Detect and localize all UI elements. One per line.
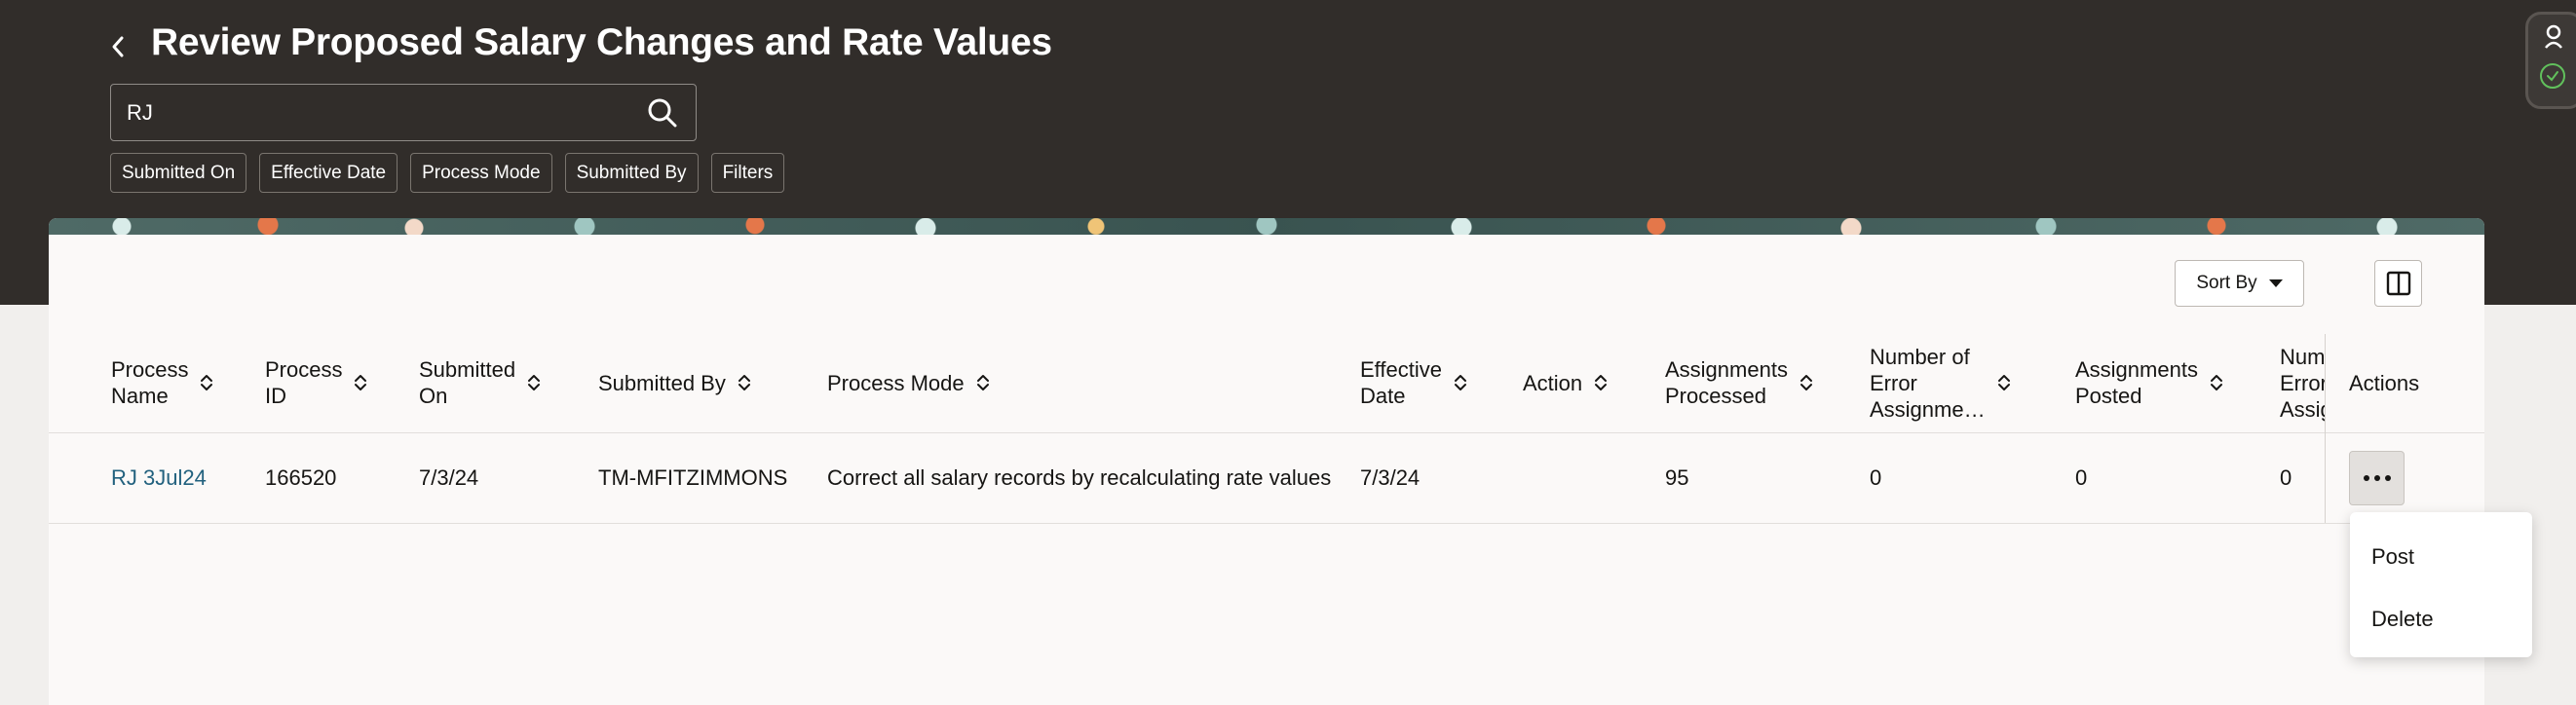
col-header-assignments-processed[interactable]: Assignments Processed bbox=[1665, 334, 1813, 431]
caret-down-icon bbox=[2268, 279, 2283, 287]
chip-filters[interactable]: Filters bbox=[710, 153, 785, 193]
header-line: Actions bbox=[2349, 370, 2420, 395]
sort-by-label: Sort By bbox=[2196, 273, 2257, 293]
header-line: Error bbox=[1870, 370, 1917, 395]
cell-assignments-processed: 95 bbox=[1665, 465, 1689, 490]
chip-submitted-on[interactable]: Submitted On bbox=[110, 153, 247, 193]
sort-toggle-icon bbox=[355, 375, 367, 390]
menu-item-delete[interactable]: Delete bbox=[2350, 588, 2532, 650]
col-header-process-name[interactable]: Process Name bbox=[111, 334, 213, 431]
cell-submitted-by: TM-MFITZIMMONS bbox=[598, 465, 788, 490]
cell-assignments-posted: 0 bbox=[2075, 465, 2088, 490]
header-line: Number of bbox=[1870, 344, 1970, 369]
cell-num-error: 0 bbox=[2280, 465, 2292, 490]
cell-process-mode: Correct all salary records by recalculat… bbox=[827, 465, 1332, 490]
table-divider bbox=[49, 432, 2484, 433]
cell-effective-date: 7/3/24 bbox=[1360, 465, 1421, 490]
col-header-actions: Actions bbox=[2349, 334, 2419, 431]
col-header-assignments-posted[interactable]: Assignments Posted bbox=[2075, 334, 2223, 431]
header-line: Assignments bbox=[2075, 357, 2198, 382]
header-line: Date bbox=[1360, 384, 1406, 408]
assistant-widget[interactable] bbox=[2525, 12, 2576, 109]
filter-chips: Submitted On Effective Date Process Mode… bbox=[110, 153, 785, 193]
header-line: Assignments bbox=[1665, 357, 1788, 382]
row-actions-button[interactable] bbox=[2349, 451, 2405, 505]
decorative-banner bbox=[49, 218, 2484, 235]
assistant-icon bbox=[2545, 24, 2562, 49]
cell-submitted-on: 7/3/24 bbox=[419, 465, 479, 490]
header-line: Submitted bbox=[419, 357, 516, 382]
header-line: Process Mode bbox=[827, 370, 965, 395]
sort-toggle-icon bbox=[2210, 375, 2222, 390]
sort-toggle-icon bbox=[528, 375, 541, 390]
col-header-effective-date[interactable]: Effective Date bbox=[1360, 334, 1467, 431]
table-divider bbox=[49, 523, 2484, 524]
search-input[interactable] bbox=[127, 85, 614, 140]
split-panel-icon bbox=[2386, 271, 2410, 296]
header-line: On bbox=[419, 384, 448, 408]
header-line: ID bbox=[265, 384, 286, 408]
header-line: Num bbox=[2280, 344, 2325, 369]
sort-toggle-icon bbox=[1595, 375, 1608, 390]
sort-toggle-icon bbox=[1454, 375, 1466, 390]
more-horizontal-icon bbox=[2363, 475, 2391, 481]
col-header-action[interactable]: Action bbox=[1523, 334, 1608, 431]
sort-toggle-icon bbox=[201, 375, 213, 390]
col-header-error-assignments[interactable]: Number of Error Assignme… bbox=[1870, 334, 2011, 431]
header-line: Action bbox=[1523, 370, 1583, 395]
col-header-process-id[interactable]: Process ID bbox=[265, 334, 367, 431]
chip-submitted-by[interactable]: Submitted By bbox=[564, 153, 699, 193]
header-line: Assig bbox=[2280, 396, 2325, 422]
header-line: Name bbox=[111, 384, 169, 408]
process-name-link[interactable]: RJ 3Jul24 bbox=[111, 465, 207, 491]
col-header-num-error[interactable]: NumErrorAssig bbox=[2280, 334, 2325, 431]
header-line: Posted bbox=[2075, 384, 2142, 408]
header-line: Processed bbox=[1665, 384, 1766, 408]
search-box[interactable] bbox=[110, 84, 697, 141]
chip-effective-date[interactable]: Effective Date bbox=[259, 153, 398, 193]
cell-process-id: 166520 bbox=[265, 465, 337, 490]
columns-toggle-button[interactable] bbox=[2374, 260, 2422, 307]
header-line: Process bbox=[111, 357, 189, 382]
sort-by-button[interactable]: Sort By bbox=[2175, 260, 2304, 307]
back-button[interactable] bbox=[99, 25, 136, 68]
sort-toggle-icon bbox=[738, 375, 750, 390]
cell-error-assignments: 0 bbox=[1870, 465, 1882, 490]
header-line: Submitted By bbox=[598, 370, 726, 395]
col-header-process-mode[interactable]: Process Mode bbox=[827, 334, 990, 431]
chevron-left-icon bbox=[112, 36, 124, 57]
header-line: Assignme… bbox=[1870, 396, 1986, 422]
col-header-submitted-by[interactable]: Submitted By bbox=[598, 334, 751, 431]
frozen-column-separator bbox=[2325, 334, 2326, 524]
col-header-submitted-on[interactable]: Submitted On bbox=[419, 334, 541, 431]
sort-toggle-icon bbox=[1799, 375, 1812, 390]
sort-toggle-icon bbox=[1997, 375, 2010, 390]
chip-process-mode[interactable]: Process Mode bbox=[410, 153, 552, 193]
header-line: Effective bbox=[1360, 357, 1442, 382]
header-line: Error bbox=[2280, 370, 2325, 395]
header-line: Process bbox=[265, 357, 343, 382]
check-circle-icon bbox=[2540, 63, 2565, 89]
sort-toggle-icon bbox=[976, 375, 989, 390]
menu-item-post[interactable]: Post bbox=[2350, 526, 2532, 588]
row-actions-menu: Post Delete bbox=[2350, 512, 2532, 657]
search-icon[interactable] bbox=[647, 97, 678, 129]
page-title: Review Proposed Salary Changes and Rate … bbox=[151, 21, 1052, 63]
